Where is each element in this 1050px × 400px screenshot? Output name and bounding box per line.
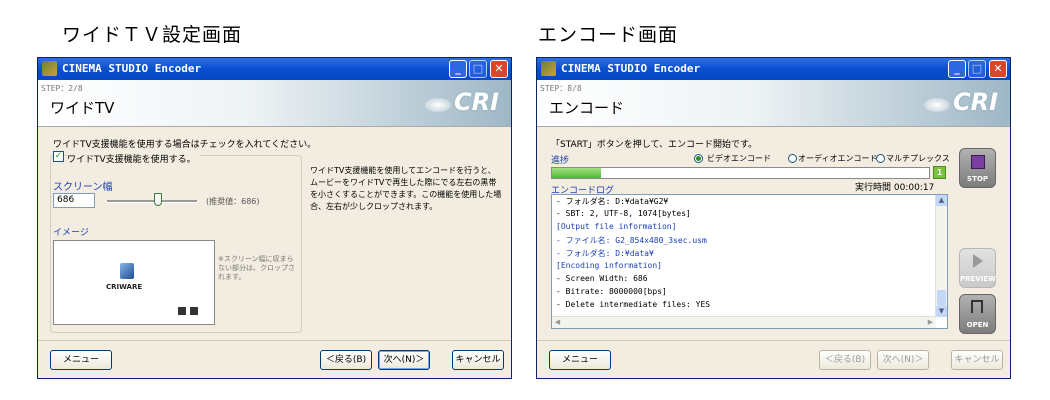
window-title: CINEMA STUDIO Encoder	[561, 62, 701, 75]
scroll-thumb[interactable]	[937, 290, 946, 306]
progress-bar	[551, 167, 930, 179]
header-glow	[425, 98, 451, 112]
elapsed-time: 実行時間 00:00:17	[855, 183, 935, 193]
recommended-value: (推奨値：686)	[206, 197, 260, 206]
open-label: OPEN	[966, 321, 989, 329]
window-title: CINEMA STUDIO Encoder	[62, 62, 202, 75]
maximize-button[interactable]: □	[469, 60, 487, 78]
stop-button[interactable]: STOP	[959, 148, 996, 188]
menu-button[interactable]: メニュー	[549, 350, 611, 370]
open-button[interactable]: OPEN	[959, 294, 996, 334]
next-button[interactable]: 次へ(N)＞	[378, 350, 430, 370]
wide-tv-window: CINEMA STUDIO Encoder _ □ ✕ STEP：2/8 ワイド…	[37, 57, 512, 379]
app-icon	[541, 61, 556, 76]
speaker-icon	[190, 307, 198, 315]
left-caption: ワイドＴＶ設定画面	[62, 24, 243, 46]
instruction-text: ワイドTV支援機能を使用する場合はチェックを入れてください。	[53, 140, 317, 150]
speaker-icon	[178, 307, 186, 315]
video-encode-label: ビデオエンコード	[707, 154, 771, 163]
audio-encode-label: オーディオエンコード	[798, 154, 878, 163]
stop-icon	[971, 155, 985, 169]
cri-logo: CRI	[952, 88, 998, 116]
criware-logo-icon	[120, 263, 134, 279]
description-line: ワイドTV支援機能を使用してエンコードを行うと、	[310, 166, 496, 175]
wizard-header: STEP：8/8 エンコード CRI	[537, 80, 1010, 127]
stop-label: STOP	[967, 175, 988, 183]
close-button[interactable]: ✕	[490, 60, 508, 78]
log-vertical-scrollbar[interactable]: ▲ ▼	[935, 195, 947, 317]
audio-encode-radio	[788, 154, 797, 163]
screen-width-input[interactable]: 686	[53, 193, 95, 208]
back-button[interactable]: ＜戻る(B)	[819, 350, 871, 370]
log-line: - Delete intermediate files: YES	[556, 300, 711, 309]
description-line: 合、左右が少しクロップされます。	[310, 202, 438, 211]
screen-width-slider-thumb[interactable]	[154, 193, 162, 206]
next-button[interactable]: 次へ(N)＞	[877, 350, 929, 370]
cri-logo: CRI	[453, 88, 499, 116]
scroll-down-icon[interactable]: ▼	[936, 306, 947, 317]
video-encode-radio	[694, 154, 703, 163]
multiplex-label: マルチプレックス	[886, 154, 950, 163]
title-bar: CINEMA STUDIO Encoder _ □ ✕	[537, 58, 1010, 81]
play-icon	[973, 254, 983, 268]
log-line: - SBT: 2, UTF-8, 1074[bytes]	[556, 209, 691, 218]
wide-tv-checkbox-label: ワイドTV支援機能を使用する。	[67, 152, 200, 165]
title-bar: CINEMA STUDIO Encoder _ □ ✕	[38, 58, 511, 81]
minimize-button[interactable]: _	[449, 60, 467, 78]
encode-log[interactable]: - フォルダ名: D:¥data¥G2¥ - SBT: 2, UTF-8, 10…	[551, 194, 948, 329]
progress-label: 進捗	[551, 156, 570, 166]
log-line: - Bitrate: 8000000[bps]	[556, 287, 667, 296]
header-glow	[924, 98, 950, 112]
footer-divider	[537, 340, 1010, 341]
close-button[interactable]: ✕	[989, 60, 1007, 78]
encode-window: CINEMA STUDIO Encoder _ □ ✕ STEP：8/8 エンコ…	[536, 57, 1011, 379]
back-button[interactable]: ＜戻る(B)	[320, 350, 372, 370]
menu-button[interactable]: メニュー	[50, 350, 112, 370]
right-caption: エンコード画面	[538, 24, 679, 46]
screen-width-slider-track[interactable]	[107, 200, 197, 203]
scroll-left-icon[interactable]: ◀	[552, 317, 563, 328]
screen-width-label: スクリーン幅	[53, 182, 113, 193]
wide-tv-checkbox[interactable]: ✓	[53, 151, 64, 162]
step-indicator: STEP：8/8	[540, 84, 582, 93]
footer-divider	[38, 340, 511, 341]
log-line: [Encoding information]	[556, 261, 662, 270]
log-line: - ファイル名: G2_854x480_3sec.usm	[556, 236, 707, 245]
criware-logo-text: CRIWARE	[106, 283, 143, 291]
app-icon	[42, 61, 57, 76]
preview-label: PREVIEW	[960, 275, 996, 283]
scroll-right-icon[interactable]: ▶	[925, 317, 936, 328]
instruction-text: 「START」ボタンを押して、エンコード開始です。	[551, 140, 758, 150]
description-line: ムービーをワイドTVで再生した際にでる左右の黒帯	[310, 178, 497, 187]
scroll-up-icon[interactable]: ▲	[936, 195, 947, 206]
multiplex-radio	[876, 154, 885, 163]
preview-image: CRIWARE	[53, 240, 215, 325]
wizard-header: STEP：2/8 ワイドTV CRI	[38, 80, 511, 127]
description-line: を小さくすることができます。この機能を使用した場	[310, 190, 502, 199]
log-line: [Output file information]	[556, 222, 677, 231]
log-line: - フォルダ名: D:¥data¥G2¥	[556, 197, 669, 206]
log-horizontal-scrollbar[interactable]: ◀ ▶	[552, 316, 936, 328]
progress-fill	[552, 168, 601, 178]
page-title: エンコード	[549, 99, 625, 117]
log-line: - フォルダ名: D:¥data¥	[556, 249, 654, 258]
preview-note-line: れます。	[218, 273, 246, 281]
pass-counter: 1	[933, 166, 946, 179]
preview-button[interactable]: PREVIEW	[959, 248, 996, 288]
image-label: イメージ	[53, 228, 89, 238]
maximize-button[interactable]: □	[968, 60, 986, 78]
cancel-button[interactable]: キャンセル	[951, 350, 1003, 370]
folder-icon	[971, 300, 983, 313]
log-line: - Screen Width: 686	[556, 274, 648, 283]
page-title: ワイドTV	[50, 99, 115, 117]
minimize-button[interactable]: _	[948, 60, 966, 78]
cancel-button[interactable]: キャンセル	[452, 350, 504, 370]
step-indicator: STEP：2/8	[41, 84, 83, 93]
